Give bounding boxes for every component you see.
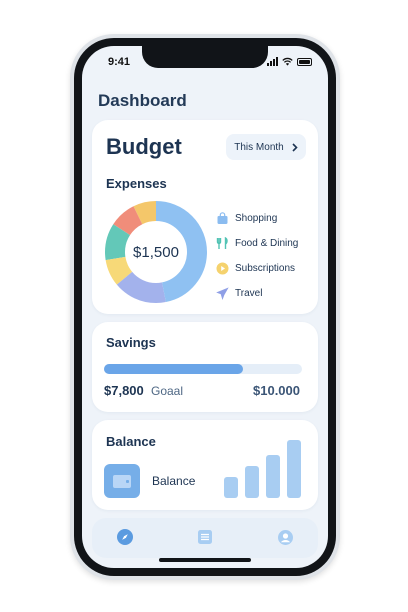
battery-icon [297,58,312,66]
expenses-legend: Shopping Food & Dining Subscriptions Tra… [216,206,298,306]
phone-screen: 9:41 Dashboard Budget This Month Expense… [82,46,328,568]
savings-card: Savings $7,800 Goaal $10.000 [92,322,318,412]
legend-label-travel: Travel [235,288,263,299]
balance-title: Balance [106,434,156,449]
legend-item-travel[interactable]: Travel [216,281,298,306]
shopping-bag-icon [216,212,229,225]
fork-knife-icon [216,237,229,250]
tab-compass[interactable] [116,528,134,546]
balance-label: Balance [152,474,196,488]
savings-title: Savings [106,335,156,350]
budget-card: Budget This Month Expenses $1,500 Shoppi… [92,120,318,314]
this-month-button[interactable]: This Month [226,134,306,160]
status-icons [267,56,312,66]
balance-bar [224,477,238,498]
wallet-button[interactable] [104,464,140,498]
compass-icon [117,529,133,545]
tab-list[interactable] [196,528,214,546]
bottom-tab-bar [92,518,318,558]
legend-label-food-dining: Food & Dining [235,238,299,249]
balance-bar [287,440,301,498]
legend-item-subscriptions[interactable]: Subscriptions [216,256,298,281]
savings-progress-fill [104,364,243,374]
legend-label-shopping: Shopping [235,213,278,224]
legend-item-shopping[interactable]: Shopping [216,206,298,231]
savings-amount: $7,800 [104,383,144,398]
wallet-icon [113,474,131,488]
camera-notch [142,46,268,68]
balance-bar [245,466,259,498]
savings-progress-bar [104,364,302,374]
savings-goal-label: Goaal [151,384,184,398]
wifi-icon [282,57,293,66]
list-icon [198,530,212,544]
balance-card: Balance Balance [92,420,318,510]
home-indicator [159,558,251,562]
this-month-label: This Month [234,141,284,153]
legend-label-subscriptions: Subscriptions [235,263,296,274]
tab-profile[interactable] [276,528,294,546]
profile-icon [277,529,293,545]
budget-title: Budget [106,134,182,159]
play-circle-icon [216,262,229,275]
donut-center-total: $1,500 [133,244,179,261]
expenses-donut-chart: $1,500 [105,201,207,303]
expenses-label: Expenses [106,176,167,191]
savings-target: $10.000 [253,383,300,398]
balance-bar [266,455,280,498]
page-title: Dashboard [98,91,187,110]
status-time: 9:41 [108,56,131,68]
airplane-icon [216,287,229,300]
chevron-right-icon [292,142,298,152]
legend-item-food-dining[interactable]: Food & Dining [216,231,298,256]
signal-icon [267,57,278,66]
